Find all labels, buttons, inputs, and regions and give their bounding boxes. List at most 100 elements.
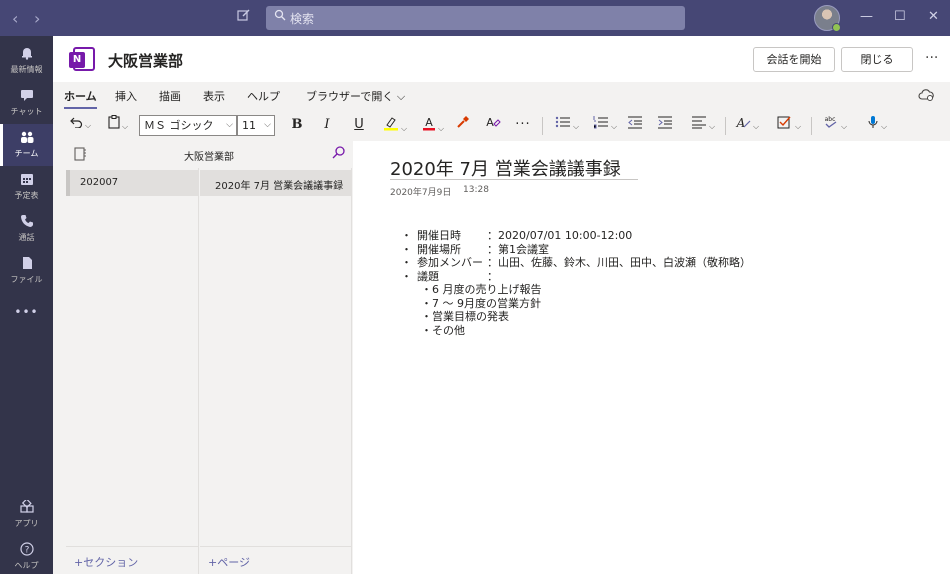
back-icon[interactable]: ‹ [12,9,18,28]
file-icon [0,256,53,274]
bullet-glyph: ・ [401,242,412,256]
title-bar: ‹ › 検索 — ☐ ✕ [0,0,950,36]
search-icon[interactable] [332,145,346,163]
cloud-sync-icon[interactable] [918,89,934,105]
list-item[interactable]: 2020年 7月 営業会議議事録 [200,170,351,196]
rail-item-files[interactable]: ファイル [0,250,53,292]
bullet-glyph: ・ [401,269,412,283]
item-key: 参加メンバー [417,256,483,269]
title-underline [390,179,638,180]
font-size-select[interactable]: 11 ⌵ [237,115,275,136]
list-item[interactable]: 202007 [66,170,198,196]
rail-label-chat: チャット [10,107,43,116]
note-date: 2020年7月9日 [390,188,452,198]
calendar-icon [0,172,53,190]
item-value: ： [487,269,498,283]
rail-item-more[interactable]: ••• [0,298,53,340]
more-options-icon[interactable]: ··· [925,50,938,66]
chevron-down-icon: ⌵ [264,120,271,130]
add-section-button[interactable]: +セクション [66,546,198,574]
font-name-select[interactable]: ＭＳ ゴシック ⌵ [139,115,237,136]
svg-text:A: A [486,116,494,129]
toolbar-divider [811,117,812,135]
svg-text:A: A [425,116,433,129]
app-rail: 最新情報 チャット チーム 予定表 通話 ファイル ••• アプリ ? ヘルプ [0,36,53,574]
clear-formatting-icon[interactable]: A [483,115,503,135]
rail-label-help: ヘルプ [14,561,39,570]
italic-button[interactable]: I [317,115,337,135]
help-icon: ? [0,542,53,560]
underline-button[interactable]: U [349,115,369,135]
section-list: 202007 +セクション [66,168,199,574]
tab-draw[interactable]: 描画 [159,88,181,104]
rail-item-calendar[interactable]: 予定表 [0,166,53,208]
agenda-item: ・その他 [421,323,465,337]
rail-item-activity[interactable]: 最新情報 [0,40,53,82]
search-input[interactable]: 検索 [266,6,685,30]
teams-icon [0,130,53,148]
item-key: 開催場所 [417,242,461,256]
agenda-item: ・6 月度の売り上げ報告 [421,283,542,296]
start-conversation-button[interactable]: 会話を開始 [753,47,835,72]
compose-icon[interactable] [237,8,253,24]
format-painter-icon[interactable] [453,115,473,135]
highlight-button[interactable]: ⌵ [379,115,411,135]
alignment-button[interactable]: ⌵ [687,115,719,135]
tab-insert[interactable]: 挿入 [115,88,137,104]
undo-button[interactable]: ⌵ [65,115,95,135]
tab-home[interactable]: ホーム [64,88,97,109]
dictate-button[interactable]: ⌵ [861,115,893,135]
forward-icon[interactable]: › [34,9,40,28]
rail-label-calendar: 予定表 [14,191,39,200]
note-time: 13:28 [463,185,489,195]
rail-label-calls: 通話 [18,233,35,242]
close-button[interactable]: 閉じる [841,47,913,72]
toolbar-divider [542,117,543,135]
open-in-browser-button[interactable]: ブラウザーで開く ⌵ [306,88,405,104]
note-title[interactable]: 2020年 7月 営業会議議事録 [390,155,621,181]
item-value: ：第1会議室 [487,242,549,256]
font-color-button[interactable]: A ⌵ [417,115,449,135]
page-label: 2020年 7月 営業会議議事録 [215,181,344,192]
apps-icon [0,498,53,518]
item-key: 開催日時 [417,229,461,242]
bullet-list-button[interactable]: ⌵ [551,115,583,135]
page-canvas[interactable]: 2020年 7月 営業会議議事録 2020年7月9日 13:28 ・開催日時 ：2… [353,141,950,574]
maximize-button[interactable]: ☐ [894,9,906,24]
item-value: ：山田、佐藤、鈴木、川田、田中、白波瀬（敬称略） [487,256,751,269]
rail-item-teams[interactable]: チーム [0,124,53,166]
section-label: 202007 [80,177,119,188]
notebook-header: 大阪営業部 [66,141,352,168]
increase-indent-icon[interactable] [655,115,675,135]
paste-button[interactable]: ⌵ [103,115,133,135]
decrease-indent-icon[interactable] [625,115,645,135]
tag-button[interactable]: ⌵ [773,115,805,135]
chat-icon [0,88,53,106]
add-section-label: +セクション [74,556,139,569]
agenda-item: ・7 ～ 9月度の営業方針 [421,296,541,310]
rail-item-apps[interactable]: アプリ [0,494,53,536]
rail-label-activity: 最新情報 [10,65,43,74]
rail-item-help[interactable]: ? ヘルプ [0,536,53,574]
search-placeholder: 検索 [290,12,315,26]
numbered-list-button[interactable]: ⌵ [589,115,621,135]
more-formatting-icon[interactable]: ··· [513,115,533,135]
page-title: 大阪営業部 [108,52,184,70]
rail-item-calls[interactable]: 通話 [0,208,53,250]
avatar[interactable] [814,5,841,32]
minimize-button[interactable]: — [860,9,873,24]
svg-text:abc: abc [825,116,836,123]
close-window-button[interactable]: ✕ [928,9,939,24]
add-page-button[interactable]: +ページ [200,546,351,574]
rail-item-chat[interactable]: チャット [0,82,53,124]
note-body[interactable]: ・開催日時 ：2020/07/01 10:00-12:00 ・開催場所 ：第1会議室… [401,229,751,337]
tab-view[interactable]: 表示 [203,88,225,104]
onenote-icon: N [69,47,95,71]
tab-help[interactable]: ヘルプ [247,88,280,104]
presence-icon [832,23,841,32]
notebook-title: 大阪営業部 [184,152,234,163]
bold-button[interactable]: B [287,115,307,135]
rail-label-files: ファイル [10,275,43,284]
spelling-button[interactable]: abc ⌵ [819,115,851,135]
styles-button[interactable]: A ⌵ [731,115,763,135]
